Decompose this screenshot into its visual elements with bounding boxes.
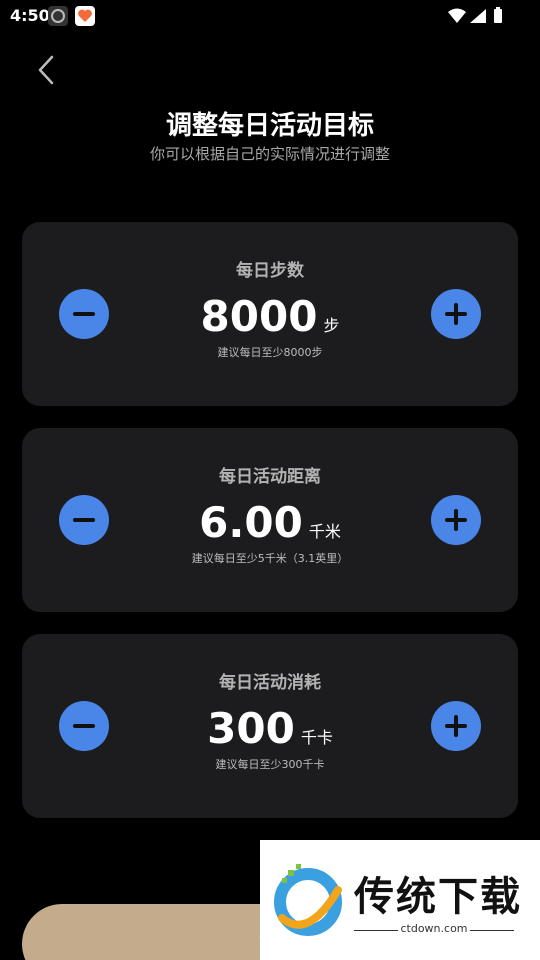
plus-icon <box>445 715 467 737</box>
health-app-icon <box>75 6 95 26</box>
app-notification-icon <box>48 6 68 26</box>
signal-icon <box>470 9 486 23</box>
watermark-logo-icon <box>274 864 342 936</box>
page-subtitle: 你可以根据自己的实际情况进行调整 <box>149 145 390 163</box>
screen: 4:50 调整每日活动目标 你可以根据自己的实际情况进行调整 每日步数 8000… <box>0 0 540 960</box>
card-label: 每日活动距离 <box>219 467 321 487</box>
distance-unit: 千米 <box>308 522 341 541</box>
watermark-text: 传统下载 <box>354 874 522 920</box>
distance-hint: 建议每日至少5千米（3.1英里） <box>191 552 349 565</box>
increase-distance-button[interactable] <box>431 495 481 545</box>
status-bar: 4:50 <box>0 0 540 32</box>
back-button[interactable] <box>30 52 66 88</box>
watermark: 传统下载 ctdown.com <box>260 840 540 960</box>
status-time: 4:50 <box>10 6 50 25</box>
increase-steps-button[interactable] <box>431 289 481 339</box>
plus-icon <box>445 509 467 531</box>
calories-unit: 千卡 <box>300 728 333 747</box>
card-label: 每日活动消耗 <box>219 673 321 693</box>
watermark-domain: ctdown.com <box>400 922 468 935</box>
plus-icon <box>445 303 467 325</box>
steps-unit: 步 <box>323 316 340 335</box>
steps-hint: 建议每日至少8000步 <box>217 346 323 359</box>
calories-hint: 建议每日至少300千卡 <box>215 758 325 771</box>
battery-icon <box>494 7 502 23</box>
chevron-left-icon <box>38 55 54 85</box>
steps-goal-card: 每日步数 8000 步 建议每日至少8000步 <box>22 222 518 406</box>
increase-calories-button[interactable] <box>431 701 481 751</box>
page-title: 调整每日活动目标 <box>165 111 374 141</box>
card-label: 每日步数 <box>236 261 304 281</box>
steps-value: 8000 <box>200 292 318 341</box>
status-icons <box>446 6 510 26</box>
distance-value: 6.00 <box>199 498 303 547</box>
distance-goal-card: 每日活动距离 6.00 千米 建议每日至少5千米（3.1英里） <box>22 428 518 612</box>
wifi-icon <box>448 8 466 23</box>
calories-value: 300 <box>207 704 295 753</box>
divider <box>470 930 514 931</box>
calories-goal-card: 每日活动消耗 300 千卡 建议每日至少300千卡 <box>22 634 518 818</box>
